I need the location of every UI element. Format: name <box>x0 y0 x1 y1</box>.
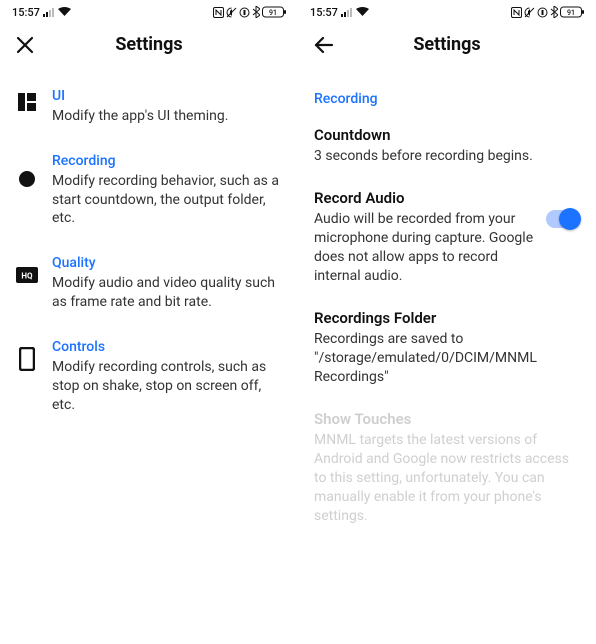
item-desc: Modify the app's UI theming. <box>52 107 282 126</box>
bluetooth-icon <box>252 6 260 18</box>
setting-desc: Recordings are saved to "/storage/emulat… <box>314 330 580 387</box>
status-right: 91 <box>511 6 584 18</box>
item-title: Recording <box>52 152 282 171</box>
setting-desc: MNML targets the latest versions of Andr… <box>314 431 580 525</box>
hq-icon: HQ <box>16 264 38 286</box>
settings-item-recording[interactable]: Recording Modify recording behavior, suc… <box>16 140 282 243</box>
phone-icon <box>16 348 38 370</box>
svg-text:91: 91 <box>567 9 575 17</box>
status-bar: 15:57 91 <box>0 0 298 22</box>
svg-text:91: 91 <box>269 9 277 17</box>
svg-text:HQ: HQ <box>21 272 33 281</box>
setting-text: Record Audio Audio will be recorded from… <box>314 188 538 286</box>
nfc-icon <box>511 7 522 18</box>
mute-icon <box>226 7 237 18</box>
setting-countdown[interactable]: Countdown 3 seconds before recording beg… <box>314 117 580 180</box>
dnd-icon <box>239 7 250 18</box>
recording-settings-list: Recording Countdown 3 seconds before rec… <box>298 65 596 540</box>
settings-item-ui[interactable]: UI Modify the app's UI theming. <box>16 75 282 140</box>
battery-icon: 91 <box>262 6 286 18</box>
list-item-text: UI Modify the app's UI theming. <box>52 87 282 126</box>
item-desc: Modify recording controls, such as stop … <box>52 358 282 415</box>
status-time: 15:57 <box>310 6 338 19</box>
bluetooth-icon <box>550 6 558 18</box>
header: Settings <box>298 22 596 65</box>
record-icon <box>16 168 38 190</box>
wifi-icon <box>58 7 71 17</box>
page-title: Settings <box>314 34 580 55</box>
status-right: 91 <box>213 6 286 18</box>
setting-recordings-folder[interactable]: Recordings Folder Recordings are saved t… <box>314 300 580 401</box>
setting-desc: Audio will be recorded from your microph… <box>314 210 538 286</box>
setting-record-audio[interactable]: Record Audio Audio will be recorded from… <box>314 180 580 300</box>
dnd-icon <box>537 7 548 18</box>
battery-icon: 91 <box>560 6 584 18</box>
header: Settings <box>0 22 298 65</box>
status-bar: 15:57 91 <box>298 0 596 22</box>
setting-desc: 3 seconds before recording begins. <box>314 147 580 166</box>
setting-title: Countdown <box>314 125 580 145</box>
list-item-text: Controls Modify recording controls, such… <box>52 338 282 415</box>
settings-item-quality[interactable]: HQ Quality Modify audio and video qualit… <box>16 242 282 326</box>
setting-title: Recordings Folder <box>314 308 580 328</box>
item-title: Controls <box>52 338 282 357</box>
item-title: Quality <box>52 254 282 273</box>
toggle-knob <box>559 208 581 230</box>
item-title: UI <box>52 87 282 106</box>
setting-title: Record Audio <box>314 188 538 208</box>
settings-item-controls[interactable]: Controls Modify recording controls, such… <box>16 326 282 429</box>
signal-icon <box>341 7 353 17</box>
settings-list: UI Modify the app's UI theming. Recordin… <box>0 65 298 429</box>
section-header-recording: Recording <box>314 75 580 117</box>
page-title: Settings <box>16 34 282 55</box>
wifi-icon <box>356 7 369 17</box>
settings-main-screen: 15:57 91 Settings UI <box>0 0 298 644</box>
dashboard-icon <box>16 91 38 113</box>
status-left: 15:57 <box>310 6 369 19</box>
item-desc: Modify audio and video quality such as f… <box>52 274 282 312</box>
nfc-icon <box>213 7 224 18</box>
list-item-text: Recording Modify recording behavior, suc… <box>52 152 282 229</box>
item-desc: Modify recording behavior, such as a sta… <box>52 172 282 229</box>
mute-icon <box>524 7 535 18</box>
setting-show-touches: Show Touches MNML targets the latest ver… <box>314 401 580 540</box>
list-item-text: Quality Modify audio and video quality s… <box>52 254 282 312</box>
recording-settings-screen: 15:57 91 Settings Recording Countdown 3 … <box>298 0 596 644</box>
status-left: 15:57 <box>12 6 71 19</box>
setting-title: Show Touches <box>314 409 580 429</box>
record-audio-toggle[interactable] <box>546 210 580 228</box>
signal-icon <box>43 7 55 17</box>
status-time: 15:57 <box>12 6 40 19</box>
